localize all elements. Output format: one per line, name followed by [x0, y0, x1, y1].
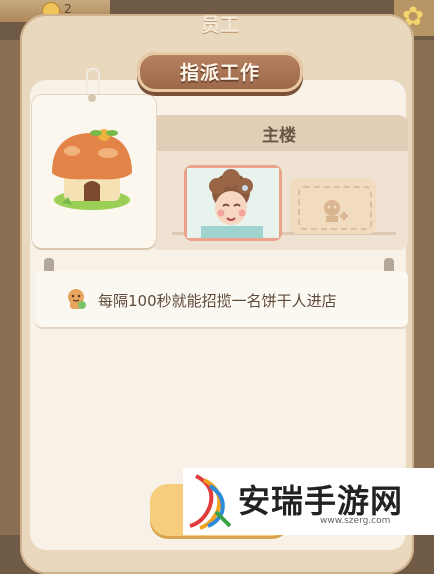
watermark-url: www.szerg.com: [320, 516, 391, 526]
building-name: 主楼: [262, 126, 296, 146]
description-text: 每隔100秒就能招揽一名饼干人进店: [98, 292, 337, 310]
panel-title: 员工: [200, 14, 239, 36]
mushroom-house-icon: [52, 129, 132, 210]
cookie-face-icon: [68, 289, 86, 309]
card-hole: [88, 94, 96, 102]
plaque-title: 指派工作: [179, 62, 260, 84]
background-left: [0, 40, 20, 535]
add-worker-icon[interactable]: [318, 196, 350, 226]
watermark-logo: [189, 474, 232, 530]
grandma-avatar: [187, 168, 279, 238]
worker-slot-filled[interactable]: [184, 165, 282, 241]
building-card[interactable]: [32, 95, 156, 248]
